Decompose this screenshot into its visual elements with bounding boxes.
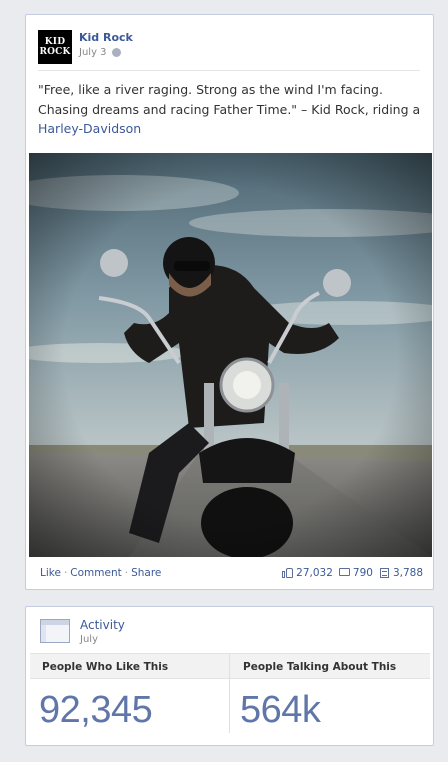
activity-card: Activity July People Who Like This Peopl… [25,606,434,746]
post-actions: Like · Comment · Share 27,032 790 3,788 [40,564,423,582]
shares-count: 3,788 [392,567,423,579]
like-link[interactable]: Like [40,567,61,579]
post-meta: July 3 [79,47,121,58]
post-stats: 27,032 790 3,788 [282,567,423,579]
divider [38,70,420,71]
metric-divider [229,653,230,733]
share-link[interactable]: Share [131,567,161,579]
post-card: KID ROCK Kid Rock July 3 "Free, like a r… [25,14,434,590]
likes-value[interactable]: 92,345 [39,689,153,732]
globe-icon [111,48,121,57]
talking-value[interactable]: 564k [240,689,321,732]
metrics-header: People Who Like This People Talking Abou… [30,653,430,679]
avatar-text-top: KID [44,37,66,47]
likes-label: People Who Like This [42,661,169,673]
action-links: Like · Comment · Share [40,567,162,579]
thumbs-up-icon [282,568,294,578]
page-name-link[interactable]: Kid Rock [79,31,133,44]
activity-title[interactable]: Activity [80,618,125,632]
comments-stat[interactable]: 790 [338,567,373,579]
activity-subtitle: July [80,634,98,645]
post-date[interactable]: July 3 [79,47,107,58]
post-quote: "Free, like a river raging. Strong as th… [38,82,421,117]
activity-icon [40,619,70,643]
shares-stat[interactable]: 3,788 [379,567,423,579]
motorcycle-photo [29,153,432,557]
avatar-text-bottom: ROCK [39,47,71,57]
share-icon [379,568,390,578]
talking-label: People Talking About This [243,661,397,673]
likes-stat[interactable]: 27,032 [282,567,333,579]
comment-link[interactable]: Comment [70,567,121,579]
likes-count: 27,032 [296,567,333,579]
harley-davidson-link[interactable]: Harley-Davidson [38,121,141,136]
page-avatar[interactable]: KID ROCK [38,30,72,64]
post-header: KID ROCK Kid Rock July 3 [38,30,418,64]
comments-count: 790 [352,567,373,579]
post-text: "Free, like a river raging. Strong as th… [38,80,428,139]
comment-icon [338,568,350,578]
post-photo[interactable] [29,153,432,557]
